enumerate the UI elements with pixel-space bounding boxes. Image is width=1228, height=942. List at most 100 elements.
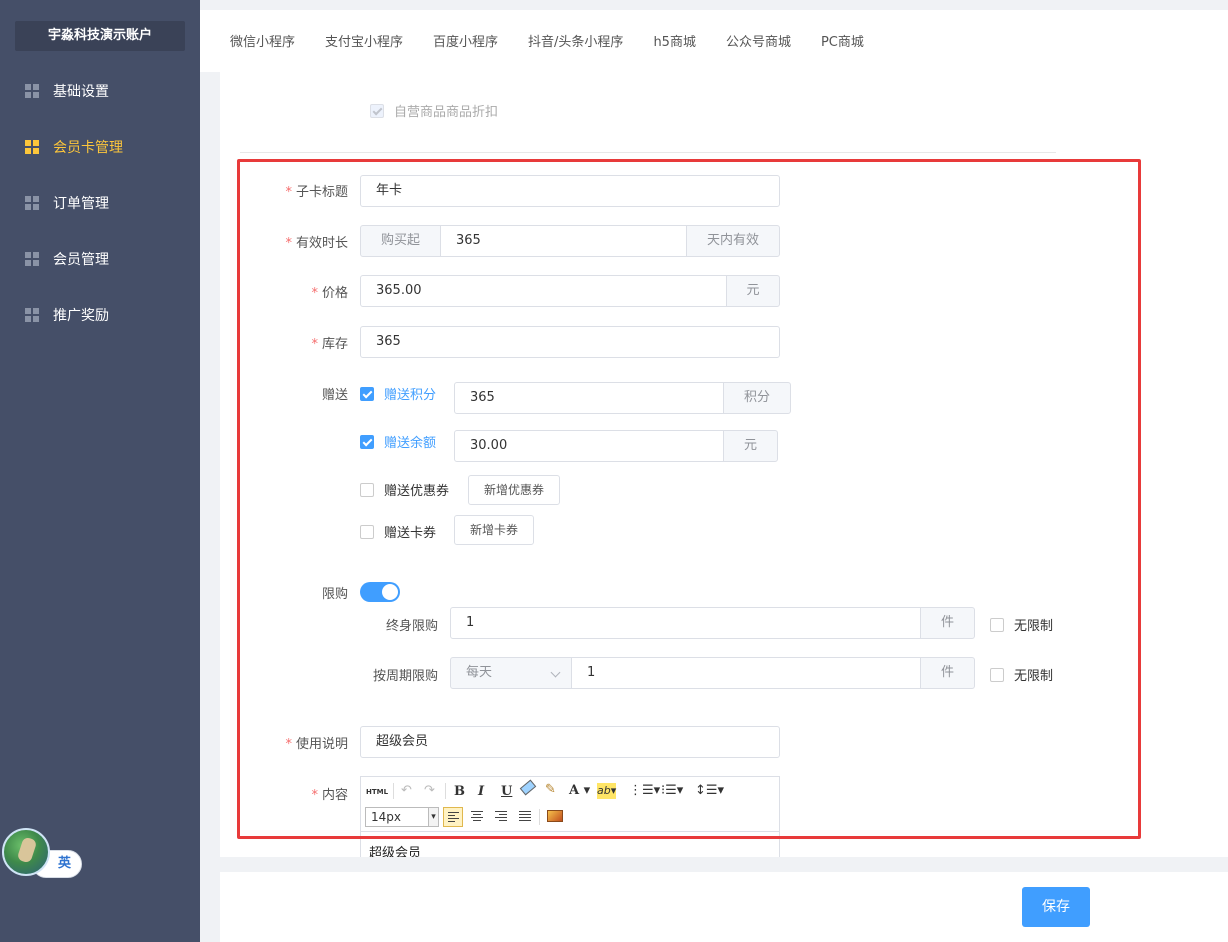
usage-input[interactable]: 超级会员 — [360, 726, 780, 758]
highlight-icon[interactable]: ab▾ — [597, 783, 617, 799]
lifetime-limit-input[interactable]: 1 — [450, 607, 921, 639]
lifetime-unlimited-label: 无限制 — [1014, 619, 1054, 634]
limit-switch[interactable] — [360, 582, 400, 602]
duration-prefix: 购买起 — [360, 225, 441, 257]
period-unlimited-label: 无限制 — [1014, 669, 1054, 684]
tab-alipay-miniprogram[interactable]: 支付宝小程序 — [325, 31, 403, 50]
card-title-input[interactable]: 年卡 — [360, 175, 780, 207]
gift-points-input[interactable]: 365 — [454, 382, 724, 414]
stock-input[interactable]: 365 — [360, 326, 780, 358]
sidebar-item-label: 订单管理 — [53, 196, 109, 212]
tab-baidu-miniprogram[interactable]: 百度小程序 — [433, 31, 498, 50]
usage-label: * 使用说明 — [285, 737, 348, 752]
gift-card-label: 赠送卡券 — [384, 526, 437, 541]
title-label: * 子卡标题 — [285, 185, 348, 200]
stock-label: * 库存 — [311, 337, 348, 352]
sidebar-item-orders[interactable]: 订单管理 — [0, 183, 200, 223]
gift-points-label: 赠送积分 — [384, 388, 437, 403]
tab-official-account-mall[interactable]: 公众号商城 — [726, 31, 791, 50]
editor-content[interactable]: 超级会员 — [361, 831, 779, 857]
grid-icon — [25, 84, 39, 98]
tab-douyin-miniprogram[interactable]: 抖音/头条小程序 — [528, 31, 623, 50]
gift-coupon-checkbox[interactable] — [360, 482, 374, 497]
html-icon[interactable]: HTML — [366, 784, 388, 800]
period-limit-label: 按周期限购 — [372, 669, 438, 684]
gift-coupon-option[interactable]: 赠送优惠券 — [360, 480, 449, 499]
sidebar-item-label: 推广奖励 — [53, 308, 109, 324]
gift-balance-label: 赠送余额 — [384, 436, 437, 451]
sidebar-item-label: 基础设置 — [53, 84, 109, 100]
limit-label: 限购 — [321, 587, 348, 602]
platform-tabs-bar: 微信小程序 支付宝小程序 百度小程序 抖音/头条小程序 h5商城 公众号商城 P… — [200, 0, 1228, 72]
align-left-icon[interactable] — [443, 807, 463, 827]
format-brush-icon[interactable]: ✎ — [545, 782, 556, 798]
lifetime-limit-label: 终身限购 — [385, 619, 438, 634]
sidebar: 宇淼科技演示账户 基础设置 会员卡管理 订单管理 会员管理 推广奖励 英 — [0, 0, 200, 942]
grid-icon — [25, 252, 39, 266]
redo-icon[interactable]: ↷ — [424, 783, 435, 799]
gift-card-checkbox[interactable] — [360, 524, 374, 539]
lifetime-unlimited-option[interactable]: 无限制 — [990, 615, 1053, 634]
bold-icon[interactable]: B — [454, 784, 465, 800]
lifetime-unlimited-checkbox[interactable] — [990, 617, 1004, 632]
gift-points-option[interactable]: 赠送积分 — [360, 384, 436, 403]
sidebar-item-basic-settings[interactable]: 基础设置 — [0, 71, 200, 111]
gift-balance-suffix: 元 — [723, 430, 778, 462]
add-card-button[interactable]: 新增卡券 — [454, 515, 534, 545]
chevron-down-icon — [550, 667, 561, 678]
ordered-list-icon[interactable]: ⋮☰▾ — [629, 783, 660, 799]
gift-balance-input[interactable]: 30.00 — [454, 430, 724, 462]
gift-label: 赠送 — [321, 388, 348, 403]
gift-points-checkbox[interactable] — [360, 386, 374, 401]
italic-icon[interactable]: I — [478, 784, 484, 800]
gift-balance-option[interactable]: 赠送余额 — [360, 432, 436, 451]
editor-toolbar: HTML ↶ ↷ B I U ✎ A ▾ ab▾ ⋮☰▾ ⁝☰▾ ↕☰▾ 14p… — [361, 777, 779, 831]
tab-pc-mall[interactable]: PC商城 — [821, 31, 864, 50]
avatar[interactable] — [2, 828, 50, 876]
font-size-select[interactable]: 14px — [365, 807, 439, 827]
grid-icon — [25, 308, 39, 322]
duration-label: * 有效时长 — [285, 236, 348, 251]
font-color-icon[interactable]: A ▾ — [569, 783, 590, 799]
period-limit-suffix: 件 — [920, 657, 975, 689]
price-label: * 价格 — [311, 286, 348, 301]
undo-icon[interactable]: ↶ — [401, 783, 412, 799]
save-button[interactable]: 保存 — [1022, 887, 1090, 927]
tab-h5-mall[interactable]: h5商城 — [653, 31, 696, 50]
price-suffix: 元 — [726, 275, 780, 307]
sidebar-item-members[interactable]: 会员管理 — [0, 239, 200, 279]
period-unlimited-checkbox[interactable] — [990, 667, 1004, 682]
duration-input[interactable]: 365 — [440, 225, 687, 257]
period-select-value: 每天 — [466, 665, 493, 680]
grid-icon — [25, 196, 39, 210]
align-right-icon[interactable] — [491, 807, 511, 827]
grid-icon — [25, 140, 39, 154]
gift-coupon-label: 赠送优惠券 — [384, 484, 450, 499]
sidebar-item-label: 会员管理 — [53, 252, 109, 268]
period-select[interactable]: 每天 — [450, 657, 572, 689]
price-input[interactable]: 365.00 — [360, 275, 727, 307]
account-name[interactable]: 宇淼科技演示账户 — [15, 21, 185, 51]
tab-wechat-miniprogram[interactable]: 微信小程序 — [230, 31, 295, 50]
eraser-icon[interactable] — [519, 779, 537, 796]
main-panel: 自营商品商品折扣 * 子卡标题 年卡 * 有效时长 购买起 365 天内有效 * 价格… — [220, 72, 1228, 857]
sidebar-item-membership-cards[interactable]: 会员卡管理 — [0, 127, 200, 167]
content-label: * 内容 — [311, 788, 348, 803]
line-height-icon[interactable]: ↕☰▾ — [695, 783, 724, 799]
align-justify-icon[interactable] — [515, 807, 535, 827]
sidebar-item-label: 会员卡管理 — [53, 140, 123, 156]
footer-bar: 保存 — [220, 872, 1228, 942]
period-unlimited-option[interactable]: 无限制 — [990, 665, 1053, 684]
sidebar-item-promotion-rewards[interactable]: 推广奖励 — [0, 295, 200, 335]
period-limit-input[interactable]: 1 — [571, 657, 921, 689]
image-icon[interactable] — [547, 810, 563, 822]
gift-card-option[interactable]: 赠送卡券 — [360, 522, 436, 541]
duration-suffix: 天内有效 — [686, 225, 780, 257]
unordered-list-icon[interactable]: ⁝☰▾ — [661, 783, 683, 799]
rich-text-editor: HTML ↶ ↷ B I U ✎ A ▾ ab▾ ⋮☰▾ ⁝☰▾ ↕☰▾ 14p… — [360, 776, 780, 857]
sub-card-form: * 子卡标题 年卡 * 有效时长 购买起 365 天内有效 * 价格 365.00 元… — [220, 72, 1228, 857]
align-center-icon[interactable] — [467, 807, 487, 827]
gift-balance-checkbox[interactable] — [360, 434, 374, 449]
underline-icon[interactable]: U — [501, 784, 512, 800]
add-coupon-button[interactable]: 新增优惠券 — [468, 475, 560, 505]
